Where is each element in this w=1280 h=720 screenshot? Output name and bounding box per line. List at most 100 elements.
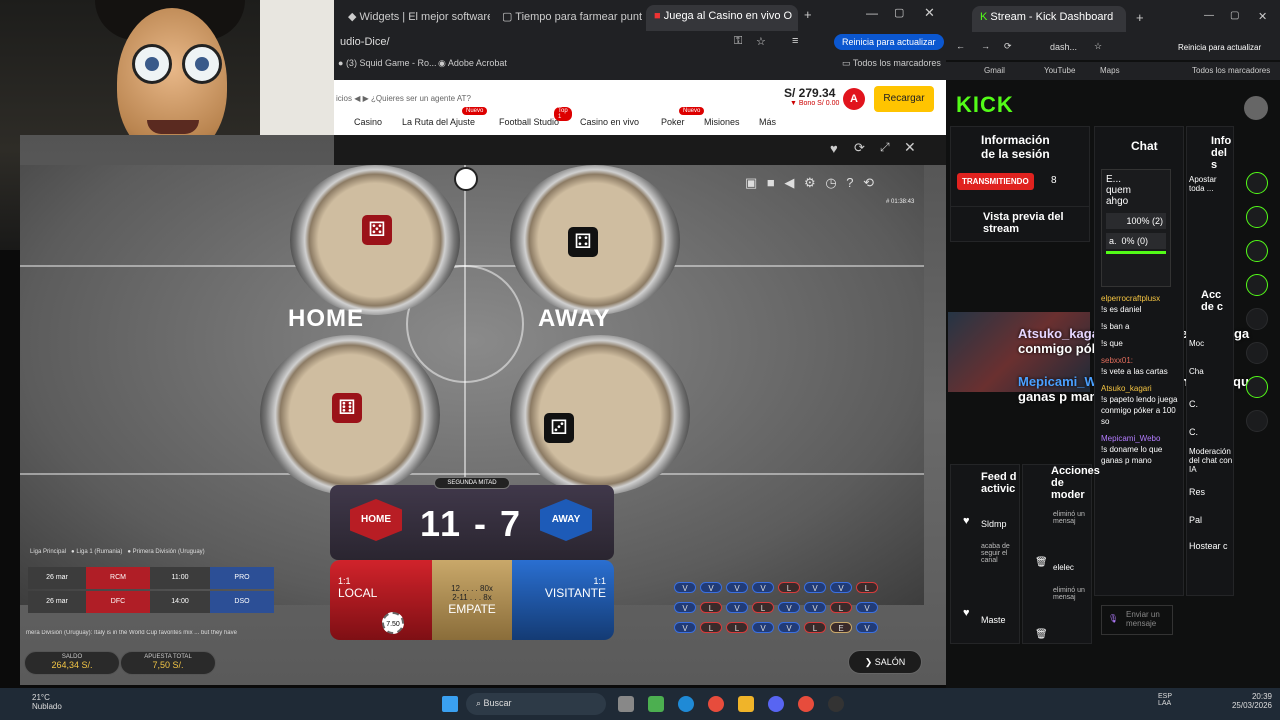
kick-address-bar[interactable]: ← → ⟳ dash... ☆ Reinicia para actualizar (946, 36, 1280, 60)
nav-poker[interactable]: Nuevo Poker (661, 107, 705, 127)
new-tab-icon[interactable]: + (804, 7, 812, 22)
minecraft-icon[interactable] (648, 696, 664, 712)
nav-casino-en-vivo[interactable]: Casino en vivo (580, 117, 639, 127)
bet-draw[interactable]: 12 . . . . 80x 2-11 . . . 8x EMPATE (432, 560, 512, 640)
bookmark-youtube[interactable]: YouTube (1044, 66, 1075, 75)
maximize-icon[interactable]: ▢ (894, 6, 904, 19)
weather-widget[interactable]: 21°C Nublado (32, 693, 62, 711)
reload-icon[interactable]: ⟳ (1004, 41, 1012, 52)
settings-icon[interactable]: ⚙ (804, 175, 816, 190)
fixture-row[interactable]: 26 mar DFC 14:00 DSO (28, 591, 274, 613)
update-button[interactable]: Reinicia para actualizar (1170, 40, 1269, 55)
feed-user[interactable]: Sldmp (981, 519, 1007, 529)
nav-casino[interactable]: Casino (354, 117, 382, 127)
res-link[interactable]: Res (1189, 487, 1205, 497)
cha-label[interactable]: Cha (1189, 367, 1204, 376)
nav-ruta[interactable]: Nuevo La Ruta del Ajuste (402, 107, 488, 127)
obs-icon[interactable] (828, 696, 844, 712)
folder-icon[interactable] (738, 696, 754, 712)
sync-icon[interactable]: ⟲ (863, 175, 874, 190)
recharge-button[interactable]: Recargar (874, 86, 934, 112)
user-avatar[interactable] (1244, 96, 1268, 120)
chrome-icon[interactable] (708, 696, 724, 712)
pencil-icon[interactable] (1246, 172, 1268, 194)
update-button[interactable]: Reinicia para actualizar (834, 34, 944, 50)
browser-tab-active[interactable]: K Stream - Kick Dashboard (972, 6, 1126, 32)
bookmark-maps[interactable]: Maps (1100, 66, 1120, 75)
avatar[interactable]: A (843, 88, 865, 110)
minimize-icon[interactable]: — (866, 6, 878, 20)
minimize-icon[interactable]: — (1204, 10, 1214, 21)
apps-icon[interactable] (1246, 410, 1268, 432)
fixture-date: 26 mar (28, 567, 86, 589)
nav-mas[interactable]: Más (759, 117, 776, 127)
extensions-icon[interactable]: ≡ (792, 35, 798, 47)
fixture-row[interactable]: 26 mar RCM 11:00 PRO (28, 567, 274, 589)
bookmark-gmail[interactable]: Gmail (984, 66, 1005, 75)
bolt-icon[interactable] (1246, 240, 1268, 262)
feed-user[interactable]: Maste (981, 615, 1006, 625)
close-window-icon[interactable]: ✕ (924, 5, 935, 21)
password-icon[interactable]: ⚿ (734, 35, 742, 48)
back-icon[interactable]: ← (956, 41, 965, 51)
chrome-icon-2[interactable] (798, 696, 814, 712)
list-icon[interactable] (1246, 274, 1268, 296)
taskbar-search[interactable]: ⌕ Buscar (466, 693, 606, 715)
bet-visitante[interactable]: 1:1 VISITANTE (512, 560, 614, 640)
chat-username[interactable]: elperrocraftplusx (1101, 293, 1179, 304)
bookmark-item[interactable]: ◉ Adobe Acrobat (438, 58, 507, 69)
pal-link[interactable]: Pal (1189, 515, 1202, 525)
mod-label[interactable]: Moc (1189, 339, 1204, 348)
browser-tab[interactable]: ◆ Widgets | El mejor software p (340, 5, 490, 31)
salon-button[interactable]: ❯ SALÓN (848, 650, 922, 674)
chat-icon[interactable]: ▣ (745, 175, 757, 190)
all-bookmarks[interactable]: ▭ Todos los marcadores (842, 58, 941, 69)
wrench-icon[interactable] (1246, 376, 1268, 398)
chat-input[interactable]: 🎙 Enviar un mensaje (1101, 605, 1173, 635)
browser-tab[interactable]: ▢ Tiempo para farmear puntos (494, 5, 642, 31)
task-view-icon[interactable] (618, 696, 634, 712)
bet-local[interactable]: 1:1 LOCAL 7.50 (330, 560, 432, 640)
toggle-icon[interactable] (1246, 308, 1268, 330)
hostear-link[interactable]: Hostear c (1189, 541, 1235, 551)
league-romania[interactable]: Liga 1 (Rumania) (76, 549, 122, 555)
bookmark-item[interactable]: ● (3) Squid Game - Ro... (338, 58, 436, 68)
address-bar[interactable]: udio-Dice/ ⚿ ☆ ≡ Reinicia para actualiza… (334, 32, 946, 54)
discord-icon[interactable] (768, 696, 784, 712)
close-window-icon[interactable]: ✕ (1258, 10, 1267, 23)
volume-icon[interactable]: ◀ (784, 175, 794, 190)
star-icon[interactable]: ☆ (1094, 41, 1102, 52)
chat-username[interactable]: sebxx01: (1101, 355, 1179, 366)
maximize-icon[interactable]: ▢ (1230, 10, 1239, 21)
league-uruguay[interactable]: Primera División (Uruguay) (133, 549, 205, 555)
trash-icon[interactable]: 🗑 (1035, 629, 1048, 640)
star-icon[interactable]: ☆ (756, 35, 766, 48)
all-bookmarks[interactable]: Todos los marcadores (1192, 66, 1270, 75)
video-icon[interactable]: ■ (767, 175, 775, 190)
nav-misiones[interactable]: Misiones (704, 117, 740, 127)
refresh-icon[interactable]: ⟳ (854, 140, 865, 156)
screenshot-icon[interactable] (1246, 206, 1268, 228)
new-tab-icon[interactable]: + (1136, 10, 1144, 25)
league-main[interactable]: Liga Principal (30, 549, 66, 555)
edge-icon[interactable] (678, 696, 694, 712)
chat-username[interactable]: Atsuko_kagari (1101, 383, 1179, 394)
browser-tab-active[interactable]: ■ Juega al Casino en vivo O (646, 5, 798, 31)
help-icon[interactable]: ? (846, 175, 853, 190)
fullscreen-icon[interactable]: ⤢ (880, 140, 890, 155)
close-game-icon[interactable]: ✕ (904, 139, 916, 156)
nav-football-studio[interactable]: Top 1 Football Studio (499, 107, 572, 127)
queue-icon[interactable] (1246, 342, 1268, 364)
forward-icon[interactable]: → (981, 41, 990, 51)
poll-option[interactable]: 100% (2) (1106, 213, 1166, 229)
history-icon[interactable]: ◷ (825, 175, 836, 190)
poll-option[interactable]: a. 0% (0) (1106, 233, 1166, 249)
favorite-icon[interactable]: ♥ (830, 141, 838, 156)
language-indicator[interactable]: ESP LAA (1158, 693, 1182, 707)
trash-icon[interactable]: 🗑 (1035, 557, 1048, 568)
clock[interactable]: 20:39 25/03/2026 (1222, 692, 1272, 710)
windows-start-icon[interactable] (442, 696, 458, 712)
agent-link[interactable]: icios ◀ ▶ ¿Quieres ser un agente AT? (336, 94, 471, 103)
chat-username[interactable]: Mepicami_Webo (1101, 433, 1179, 444)
kick-logo[interactable]: KICK (956, 92, 1014, 118)
